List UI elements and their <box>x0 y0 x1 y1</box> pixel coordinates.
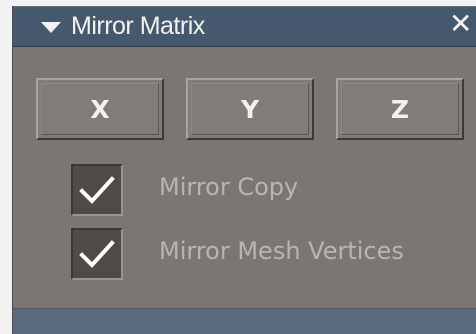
mirror-matrix-panel: Mirror Matrix ✕ X Y Z Mirror Copy Mirror… <box>12 6 476 334</box>
mirror-mesh-vertices-checkbox[interactable] <box>71 228 123 280</box>
panel-titlebar[interactable]: Mirror Matrix ✕ <box>13 6 476 47</box>
checkmark-icon <box>79 240 115 268</box>
mirror-copy-checkbox[interactable] <box>71 164 123 216</box>
collapse-triangle-icon[interactable] <box>41 22 61 33</box>
mirror-mesh-vertices-label: Mirror Mesh Vertices <box>159 237 404 265</box>
screenshot-frame: Mirror Matrix ✕ X Y Z Mirror Copy Mirror… <box>0 0 476 334</box>
mirror-y-button[interactable]: Y <box>186 78 314 140</box>
panel-footer-bar <box>13 308 476 334</box>
mirror-copy-label: Mirror Copy <box>159 173 299 201</box>
close-icon[interactable]: ✕ <box>449 9 472 39</box>
checkmark-icon <box>79 176 115 204</box>
mirror-z-button[interactable]: Z <box>336 78 464 140</box>
mirror-x-button[interactable]: X <box>36 78 164 140</box>
panel-title: Mirror Matrix <box>71 12 205 40</box>
